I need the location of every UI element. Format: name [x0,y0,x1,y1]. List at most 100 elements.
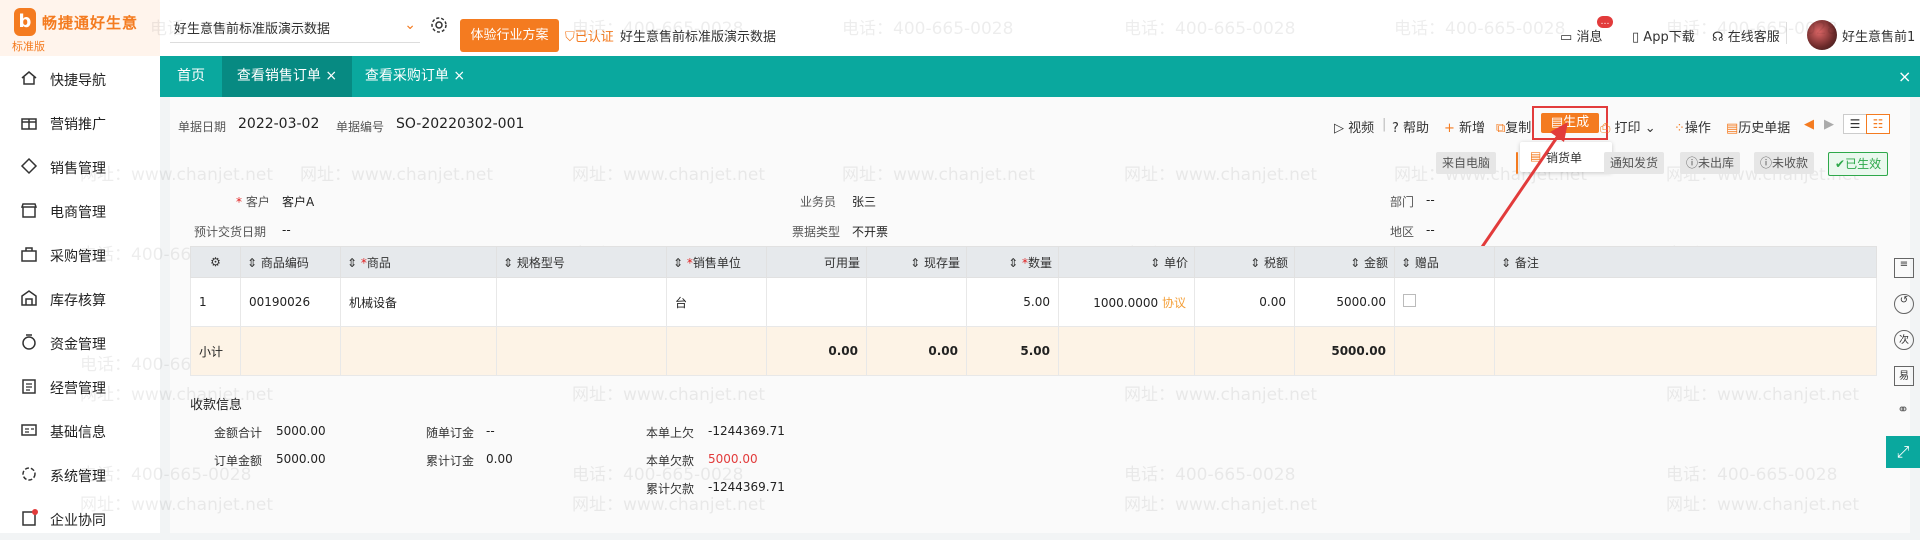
sidebar-item-label: 电商管理 [50,205,106,221]
help-button[interactable]: ? 帮助 [1392,117,1429,136]
col-header-price[interactable]: ⇕ 单价 [1058,246,1195,278]
next-record-icon[interactable]: ▶ [1824,117,1834,132]
owed-value: 5000.00 [708,452,758,466]
list-view-icon[interactable]: ☰ [1843,114,1867,134]
video-label: 视频 [1348,121,1375,136]
col-header-tax[interactable]: ⇕ 税额 [1194,246,1295,278]
prev-owed-value: -1244369.71 [708,424,785,438]
sidebar-item-inventory[interactable]: 库存核算 [0,276,160,320]
order-amount-value: 5000.00 [276,452,326,466]
cell-product[interactable]: 机械设备 [340,277,497,327]
status-source: 来自电脑 [1436,152,1497,174]
cell-code[interactable]: 00190026 [240,277,341,327]
price-tag: 协议 [1161,295,1186,310]
industry-solution-button[interactable]: 体验行业方案 [460,19,559,52]
col-header-amount[interactable]: ⇕ 金额 [1294,246,1395,278]
watermark: 网址：www.chanjet.net [572,165,766,185]
column-settings-gear-icon[interactable]: ⚙ [190,246,241,278]
history-button[interactable]: ▤历史单据 [1726,117,1790,136]
gift-checkbox[interactable] [1403,294,1416,307]
id-card-icon [21,424,37,436]
close-all-tabs-icon[interactable]: × [1898,56,1914,97]
sidebar-item-basic-info[interactable]: 基础信息 [0,408,160,452]
prev-record-icon[interactable]: ◀ [1804,117,1814,132]
print-button[interactable]: ⎙ 打印 ⌄ [1600,117,1656,136]
system-icon [22,467,36,481]
sidebar-item-quick-nav[interactable]: 快捷导航 [0,56,160,100]
watermark: 电话：400-665-0028 [1666,19,1838,39]
cell-spec[interactable] [496,277,667,327]
cell-gift[interactable] [1394,277,1495,327]
sidebar: b 畅捷通好生意 标准版 快捷导航 营销推广 销售管理 电商管理 采购管理 库存… [0,0,160,533]
discount-icon[interactable]: 易 [1894,366,1914,386]
cell-tax[interactable]: 0.00 [1194,277,1295,327]
phone-icon: ▯ [1632,30,1640,45]
order-amount-label: 订单金额 [214,454,263,468]
close-icon[interactable]: × [453,68,465,84]
user-name[interactable]: 好生意售前1 [1842,26,1915,45]
message-count-badge: … [1597,16,1613,28]
status-label: 未收款 [1772,156,1809,170]
col-header-remark[interactable]: ⇕ 备注 [1494,246,1877,278]
col-header-code[interactable]: ⇕ 商品编码 [240,246,341,278]
watermark: 网址：www.chanjet.net [1124,495,1318,515]
delivery-date-label: 预计交货日期 [194,225,267,239]
gear-icon[interactable] [430,16,448,34]
edition-label: 标准版 [12,40,45,53]
tab-home[interactable]: 首页 [160,56,222,97]
top-header: 好生意售前标准版演示数据 ⌄ 体验行业方案 ⛉已认证 好生意售前标准版演示数据 … [160,0,1920,56]
owed-label: 本单欠款 [646,454,695,468]
status-label: 未出库 [1698,156,1735,170]
close-icon[interactable]: × [325,68,337,84]
watermark: 电话：400-665-0028 [572,19,744,39]
tab-label: 查看采购订单 [364,68,449,84]
history-icon[interactable]: ↺ [1894,294,1914,314]
order-lines-table: ⚙ ⇕ 商品编码 ⇕ *商品 ⇕ 规格型号 ⇕ *销售单位 可用量 ⇕ 现存量 … [190,246,1877,376]
operate-label: 操作 [1684,121,1711,136]
card-view-icon[interactable]: ☷ [1866,114,1890,134]
messages-button[interactable]: ▭ 消息 [1560,26,1602,45]
sidebar-item-ecommerce[interactable]: 电商管理 [0,188,160,232]
col-header-spec[interactable]: ⇕ 规格型号 [496,246,667,278]
col-header-available[interactable]: 可用量 [766,246,867,278]
link-icon[interactable]: ⚭ [1894,402,1912,420]
tab-view-sales-order[interactable]: 查看销售订单 × [222,56,352,97]
col-header-product[interactable]: ⇕ *商品 [340,246,497,278]
salesman-value: 张三 [852,195,877,209]
tab-view-purchase-order[interactable]: 查看采购订单 × [360,56,470,97]
cell-unit[interactable]: 台 [666,277,767,327]
col-header-unit[interactable]: ⇕ *销售单位 [666,246,767,278]
watermark: 电话：400-665-0028 [150,19,322,39]
status-not-out: ⓘ未出库 [1680,152,1741,174]
logo[interactable]: b 畅捷通好生意 标准版 [0,0,160,56]
sidebar-item-marketing[interactable]: 营销推广 [0,100,160,144]
video-button[interactable]: ▷ 视频 [1334,117,1374,136]
cell-price[interactable]: 1000.0000 协议 [1058,277,1195,327]
subtotal-row: 小计 0.00 0.00 5.00 5000.00 [190,326,1877,376]
watermark: 网址：www.chanjet.net [80,495,274,515]
form-icon[interactable]: ≡ [1894,258,1914,278]
cell-qty[interactable]: 5.00 [966,277,1059,327]
warehouse-icon [21,290,37,306]
cum-deposit-value: 0.00 [486,452,513,466]
tab-label: 首页 [177,68,205,84]
cell-remark[interactable] [1494,277,1877,327]
expand-icon[interactable]: ⤢ [1886,436,1920,468]
collab-icon [22,509,38,526]
invoice-type-label: 票据类型 [792,225,841,239]
cum-deposit-label: 累计订金 [426,454,475,468]
operate-button[interactable]: ⁘操作 [1674,117,1711,136]
col-header-gift[interactable]: ⇕ 赠品 [1394,246,1495,278]
status-marker [1516,152,1518,174]
col-header-qty[interactable]: ⇕ *数量 [966,246,1059,278]
status-effective: ✔已生效 [1828,152,1889,176]
col-header-stock[interactable]: ⇕ 现存量 [866,246,967,278]
deposit-label: 随单订金 [426,426,475,440]
stock-icon[interactable]: 次 [1894,330,1914,350]
cell-amount[interactable]: 5000.00 [1294,277,1395,327]
chevron-down-icon: ⌄ [404,17,416,33]
messages-label: 消息 [1576,30,1603,45]
watermark: 网址：www.chanjet.net [1124,385,1318,405]
row-index: 1 [190,277,241,327]
table-row[interactable]: 1 00190026 机械设备 台 5.00 1000.0000 协议 0.00… [190,277,1877,327]
